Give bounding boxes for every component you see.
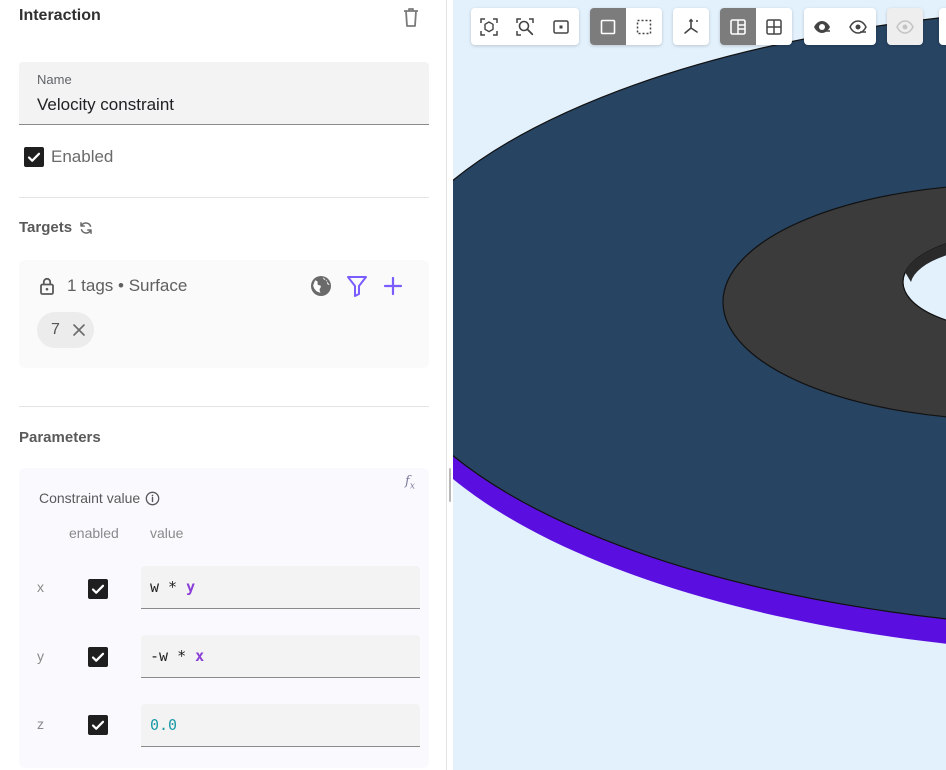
divider xyxy=(19,406,429,407)
column-header-value: value xyxy=(150,525,184,541)
expression-input-z[interactable]: 0.0 xyxy=(141,704,420,747)
expression-value-z: 0.0 xyxy=(150,716,177,734)
expression-token: y xyxy=(186,578,196,596)
constraint-value-text: Constraint value xyxy=(39,490,141,506)
axes-icon xyxy=(684,18,698,34)
divider xyxy=(19,197,429,198)
tag-chip[interactable]: 7 xyxy=(37,312,94,348)
lock-icon xyxy=(40,277,54,295)
eye-disabled-icon xyxy=(896,19,914,34)
toolbar-overflow-group xyxy=(939,8,946,45)
show-icon xyxy=(849,19,867,34)
expression-token: -w * xyxy=(150,647,196,665)
trash-icon[interactable] xyxy=(401,6,421,28)
enabled-checkbox[interactable]: Enabled xyxy=(24,146,113,168)
targets-title: Targets xyxy=(19,219,94,236)
filter-icon[interactable] xyxy=(346,274,368,298)
select-dashed-button[interactable] xyxy=(626,8,662,45)
zoom-selection-icon xyxy=(553,19,569,34)
eye-disabled-button xyxy=(887,8,923,45)
select-box-button[interactable] xyxy=(590,8,626,45)
toolbar-disabled-group xyxy=(887,8,923,45)
add-target-icon[interactable] xyxy=(382,275,404,297)
zoom-region-button[interactable] xyxy=(507,8,543,45)
checkbox-checked-icon[interactable] xyxy=(24,147,44,167)
close-icon[interactable] xyxy=(72,323,86,337)
expression-token: x xyxy=(195,647,205,665)
info-icon[interactable] xyxy=(145,491,160,506)
toolbar-visibility-group xyxy=(804,8,876,45)
name-field-value[interactable]: Velocity constraint xyxy=(37,95,174,115)
targets-title-label: Targets xyxy=(19,219,73,236)
grid-view-button[interactable] xyxy=(756,8,792,45)
grid-view-icon xyxy=(766,18,782,35)
splitter-grip[interactable] xyxy=(449,468,451,502)
section-view-button[interactable] xyxy=(720,8,756,45)
zoom-fit-button[interactable] xyxy=(471,8,507,45)
name-field-label: Name xyxy=(37,72,72,87)
interaction-panel: Interaction Name Velocity constraint Ena… xyxy=(0,0,446,770)
toolbar-zoom-group xyxy=(471,8,579,45)
hide-icon xyxy=(814,20,830,33)
function-icon[interactable]: fx xyxy=(405,474,415,492)
globe-icon[interactable] xyxy=(309,274,333,298)
enabled-label: Enabled xyxy=(51,147,114,166)
zoom-fit-icon xyxy=(480,17,498,36)
toolbar-axes-group xyxy=(673,8,709,45)
expression-token: w * xyxy=(150,578,187,596)
row-enabled-checkbox-z[interactable] xyxy=(88,715,108,735)
panel-splitter[interactable] xyxy=(446,0,453,770)
expression-value-x: w * y xyxy=(150,578,195,596)
parameters-title: Parameters xyxy=(19,429,101,446)
name-field[interactable]: Name Velocity constraint xyxy=(19,62,429,125)
expression-input-y[interactable]: -w * x xyxy=(141,635,420,678)
zoom-selection-button[interactable] xyxy=(543,8,579,45)
constraint-value-box: fx Constraint value enabled value x w * … xyxy=(19,468,429,768)
select-dashed-icon xyxy=(636,19,652,34)
3d-scene[interactable] xyxy=(453,0,946,770)
row-label-x: x xyxy=(37,579,44,595)
expression-token: 0.0 xyxy=(150,716,178,734)
toolbar-view-group xyxy=(720,8,792,45)
hide-button[interactable] xyxy=(804,8,840,45)
select-box-icon xyxy=(600,19,616,34)
show-button[interactable] xyxy=(840,8,876,45)
expression-input-x[interactable]: w * y xyxy=(141,566,420,609)
3d-viewport[interactable] xyxy=(453,0,946,770)
row-label-y: y xyxy=(37,648,44,664)
expression-value-y: -w * x xyxy=(150,647,204,665)
row-enabled-checkbox-x[interactable] xyxy=(88,579,108,599)
targets-box: 1 tags • Surface 7 xyxy=(19,260,429,368)
zoom-region-icon xyxy=(516,17,534,36)
refresh-icon[interactable] xyxy=(78,220,94,236)
row-label-z: z xyxy=(37,716,44,732)
constraint-value-label: Constraint value xyxy=(39,490,160,506)
panel-title: Interaction xyxy=(19,7,101,24)
toolbar-select-group xyxy=(590,8,662,45)
targets-summary: 1 tags • Surface xyxy=(67,276,188,295)
section-view-icon xyxy=(730,18,746,35)
tag-chip-label: 7 xyxy=(51,321,60,338)
row-enabled-checkbox-y[interactable] xyxy=(88,647,108,667)
column-header-enabled: enabled xyxy=(69,525,119,541)
axes-button[interactable] xyxy=(673,8,709,45)
